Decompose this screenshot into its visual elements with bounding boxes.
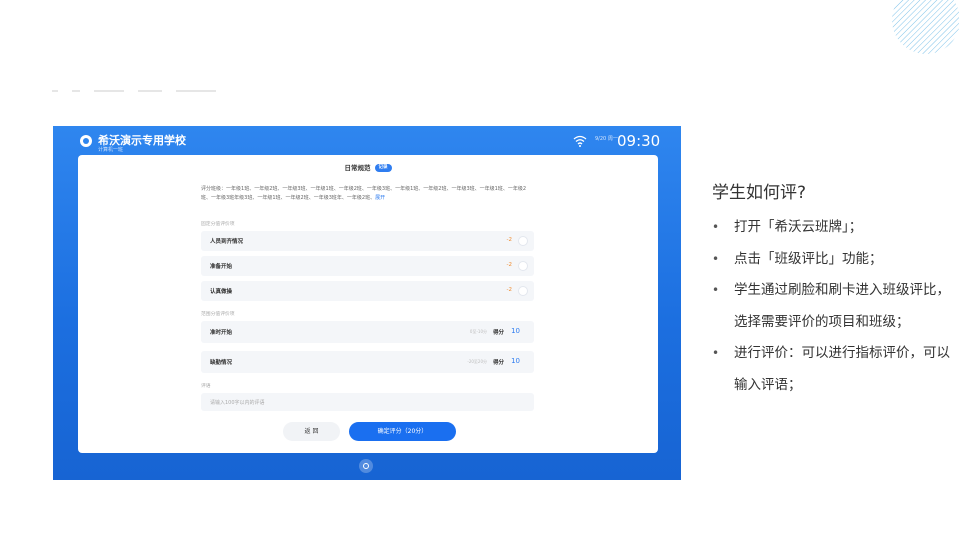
comment-label: 评语 <box>201 384 211 389</box>
scope-class-list: 一年级1班、一年级2班、一年级3班、一年级1班、一年级2班、一年级3班、一年级1… <box>201 186 527 201</box>
expand-link[interactable]: 展开 <box>375 195 385 201</box>
faint-decoration <box>52 80 272 92</box>
item-range: -20至20分 <box>467 359 487 364</box>
score-label: 得分 <box>492 360 504 366</box>
confirm-score-button[interactable]: 确定评分（20分） <box>349 422 456 441</box>
evaluation-card: 日常规范 记录 评分班级：一年级1班、一年级2班、一年级3班、一年级1班、一年级2… <box>78 155 658 453</box>
fixed-item-row[interactable]: 准备开始 -2 <box>201 256 534 276</box>
item-score: -2 <box>506 287 512 293</box>
fixed-section-label: 固定分值评价项 <box>201 222 235 227</box>
guide-bullet: 打开「希沃云班牌」； <box>712 212 952 244</box>
class-name: 计算机一班 <box>98 147 124 153</box>
guide-bullet: 进行评价：可以进行指标评价，可以输入评语； <box>712 338 952 401</box>
back-button[interactable]: 返 回 <box>283 422 340 441</box>
scope-label: 评分班级： <box>201 186 227 192</box>
item-label: 准时开始 <box>210 330 233 336</box>
scope-classes: 评分班级：一年级1班、一年级2班、一年级3班、一年级1班、一年级2班、一年级3班… <box>201 185 531 203</box>
guide-bullets: 打开「希沃云班牌」； 点击「班级评比」功能； 学生通过刷脸和刷卡进入班级评比，选… <box>712 212 952 401</box>
score-value[interactable]: 10 <box>511 357 520 365</box>
form-title-text: 日常规范 <box>344 164 371 172</box>
item-score: -2 <box>506 262 512 268</box>
fixed-item-row[interactable]: 人员到齐情况 -2 <box>201 231 534 251</box>
record-badge[interactable]: 记录 <box>374 164 392 172</box>
range-section-label: 范围分值评价项 <box>201 312 235 317</box>
wifi-icon <box>573 135 587 147</box>
score-label: 得分 <box>492 330 504 336</box>
item-radio[interactable] <box>518 286 528 296</box>
school-logo-icon <box>80 135 92 147</box>
item-label: 缺勤情况 <box>210 360 233 366</box>
class-board-device: 希沃演示专用学校 计算机一班 9/20 周一 09:30 日常规范 记录 评分班级… <box>53 126 681 480</box>
range-item-row[interactable]: 准时开始 0至-10分 得分 10 <box>201 321 534 343</box>
guide-heading: 学生如何评? <box>712 183 807 203</box>
score-value[interactable]: 10 <box>511 327 520 335</box>
fixed-item-row[interactable]: 认真做操 -2 <box>201 281 534 301</box>
guide-bullet: 点击「班级评比」功能； <box>712 244 952 276</box>
range-item-row[interactable]: 缺勤情况 -20至20分 得分 10 <box>201 351 534 373</box>
device-clock: 09:30 <box>617 132 661 150</box>
item-score: -2 <box>506 237 512 243</box>
home-button-icon[interactable] <box>359 459 373 473</box>
slide: 希沃演示专用学校 计算机一班 9/20 周一 09:30 日常规范 记录 评分班级… <box>0 0 959 540</box>
item-label: 认真做操 <box>210 289 233 295</box>
device-date: 9/20 周一 <box>595 136 618 142</box>
device-header: 希沃演示专用学校 计算机一班 9/20 周一 09:30 <box>53 126 681 156</box>
item-label: 人员到齐情况 <box>210 239 244 245</box>
striped-circle-decoration <box>892 0 959 54</box>
item-radio[interactable] <box>518 236 528 246</box>
form-title: 日常规范 记录 <box>78 162 658 172</box>
guide-bullet: 学生通过刷脸和刷卡进入班级评比，选择需要评价的项目和班级； <box>712 275 952 338</box>
item-label: 准备开始 <box>210 264 233 270</box>
item-range: 0至-10分 <box>469 329 487 334</box>
item-radio[interactable] <box>518 261 528 271</box>
comment-input[interactable]: 请输入100字以内的评语 <box>201 393 534 411</box>
